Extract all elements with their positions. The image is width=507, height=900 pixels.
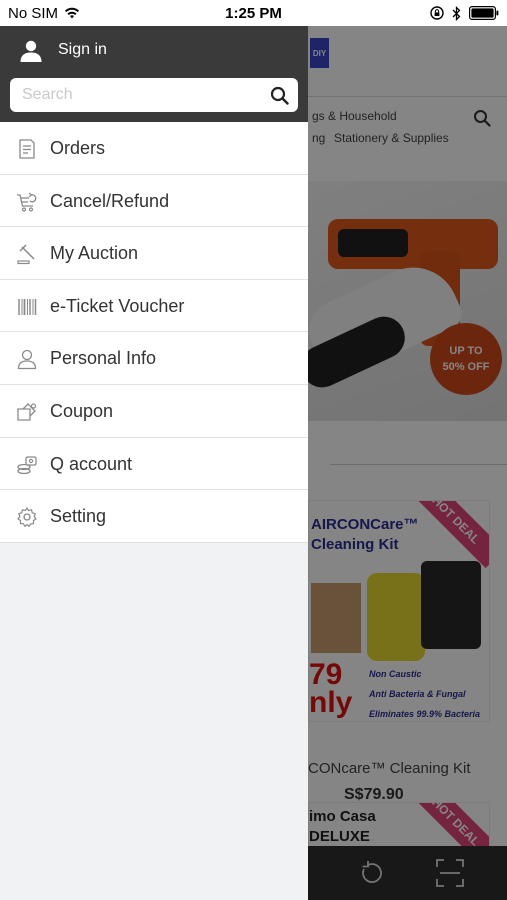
menu-label: Orders bbox=[50, 138, 106, 158]
search-icon[interactable] bbox=[270, 86, 289, 105]
bluetooth-icon bbox=[452, 5, 461, 21]
menu-item-cancel-refund[interactable]: Cancel/Refund bbox=[0, 175, 308, 228]
menu-item-my-auction[interactable]: My Auction bbox=[0, 227, 308, 280]
sign-in-button[interactable]: Sign in bbox=[0, 26, 308, 74]
user-icon bbox=[20, 40, 42, 62]
menu-item-setting[interactable]: Setting bbox=[0, 490, 308, 543]
drawer-menu: Orders Cancel/Refund My Auction e-Ticket… bbox=[0, 122, 308, 543]
menu-item-orders[interactable]: Orders bbox=[0, 122, 308, 175]
q-account-icon bbox=[17, 455, 37, 474]
menu-label: Cancel/Refund bbox=[50, 190, 170, 211]
side-drawer: Sign in Orders bbox=[0, 26, 308, 900]
orders-icon bbox=[19, 139, 35, 159]
gear-icon bbox=[17, 507, 37, 528]
rotation-lock-icon bbox=[430, 6, 444, 20]
battery-icon bbox=[469, 6, 499, 20]
drawer-header: Sign in bbox=[0, 26, 308, 122]
menu-item-e-ticket-voucher[interactable]: e-Ticket Voucher bbox=[0, 280, 308, 333]
person-icon bbox=[17, 350, 37, 370]
menu-label: e-Ticket Voucher bbox=[50, 295, 185, 316]
menu-label: Setting bbox=[50, 506, 107, 527]
status-right-group bbox=[430, 5, 499, 21]
barcode-icon bbox=[18, 298, 37, 315]
menu-item-q-account[interactable]: Q account bbox=[0, 438, 308, 491]
search-input[interactable] bbox=[10, 78, 260, 112]
coupon-icon bbox=[17, 403, 37, 421]
menu-label: My Auction bbox=[50, 243, 139, 264]
menu-item-personal-info[interactable]: Personal Info bbox=[0, 332, 308, 385]
menu-label: Q account bbox=[50, 453, 133, 474]
menu-label: Personal Info bbox=[50, 348, 157, 369]
cart-refund-icon bbox=[17, 192, 37, 212]
status-bar: No SIM 1:25 PM bbox=[0, 0, 507, 26]
menu-item-coupon[interactable]: Coupon bbox=[0, 385, 308, 438]
sign-in-label: Sign in bbox=[58, 41, 107, 58]
gavel-icon bbox=[17, 244, 35, 265]
menu-label: Coupon bbox=[50, 400, 114, 421]
search-box bbox=[10, 78, 298, 112]
